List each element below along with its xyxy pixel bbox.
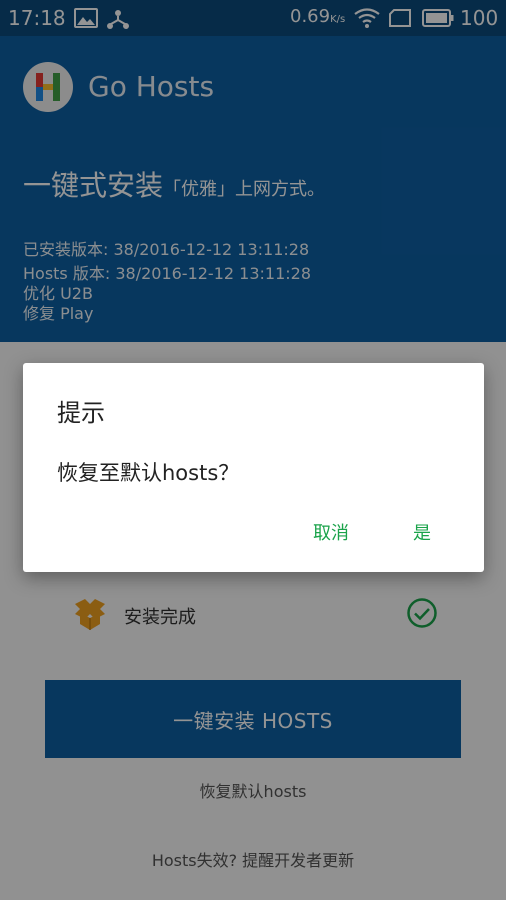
dialog-message: 恢复至默认hosts？ <box>57 461 240 485</box>
dialog-title: 提示 <box>57 399 105 427</box>
confirm-dialog: 提示 恢复至默认hosts？ 取消 是 <box>23 363 484 572</box>
cancel-button[interactable]: 取消 <box>313 519 349 545</box>
confirm-button[interactable]: 是 <box>413 519 431 545</box>
